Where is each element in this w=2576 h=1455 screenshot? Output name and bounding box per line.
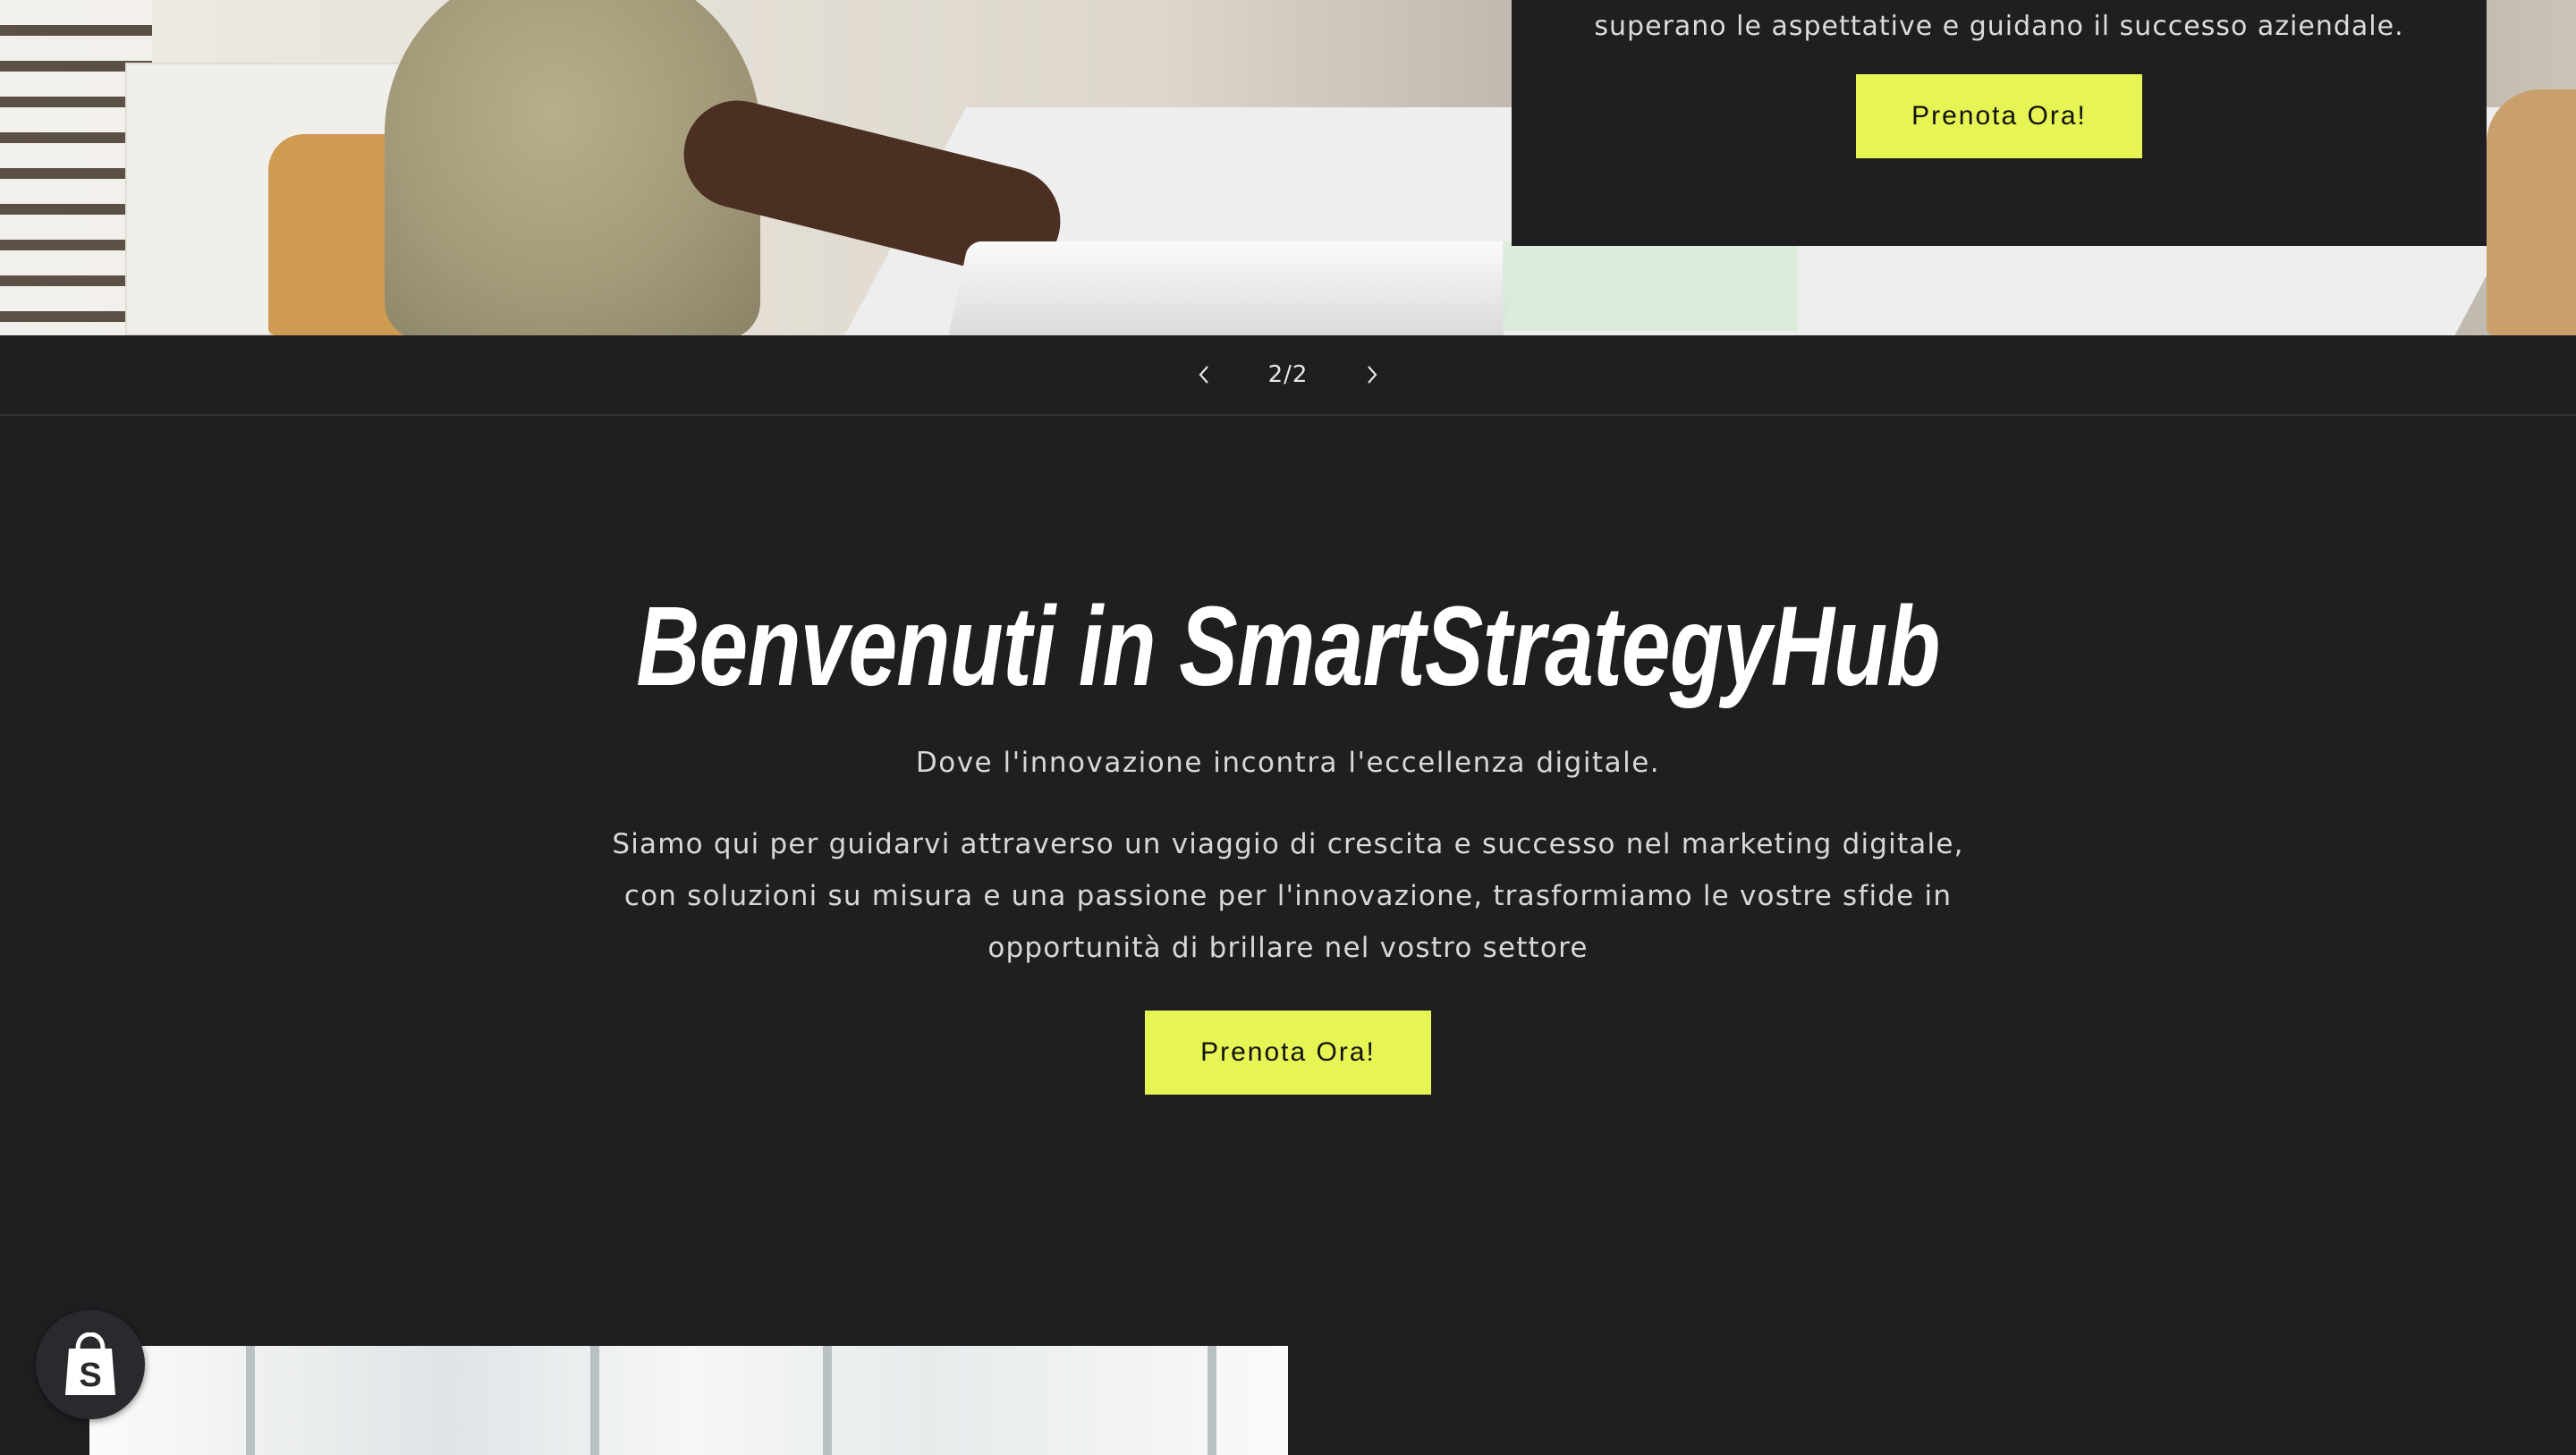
office-image (89, 1346, 1288, 1455)
welcome-section: Benvenuti in SmartStrategyHub Dove l'inn… (0, 416, 2576, 1310)
welcome-body: Siamo qui per guidarvi attraverso un via… (612, 828, 1964, 964)
slide-book-now-button[interactable]: Prenota Ora! (1856, 74, 2142, 158)
slide-text-card: superano le aspettative e guidano il suc… (1512, 0, 2487, 246)
welcome-book-now-button[interactable]: Prenota Ora! (1145, 1011, 1431, 1095)
shopify-bag-icon[interactable]: S (36, 1310, 145, 1419)
welcome-subtitle: Dove l'innovazione incontra l'eccellenza… (915, 747, 1661, 779)
slide-card-text: superano le aspettative e guidano il suc… (1594, 11, 2404, 42)
welcome-title: Benvenuti in SmartStrategyHub (636, 583, 1940, 709)
hero-slideshow: superano le aspettative e guidano il suc… (0, 0, 2576, 335)
chevron-left-icon[interactable] (1188, 359, 1220, 391)
slider-controls: 2/2 (0, 335, 2576, 416)
chevron-right-icon[interactable] (1356, 359, 1388, 391)
slide-counter: 2/2 (1267, 361, 1309, 388)
svg-text:S: S (79, 1357, 101, 1394)
